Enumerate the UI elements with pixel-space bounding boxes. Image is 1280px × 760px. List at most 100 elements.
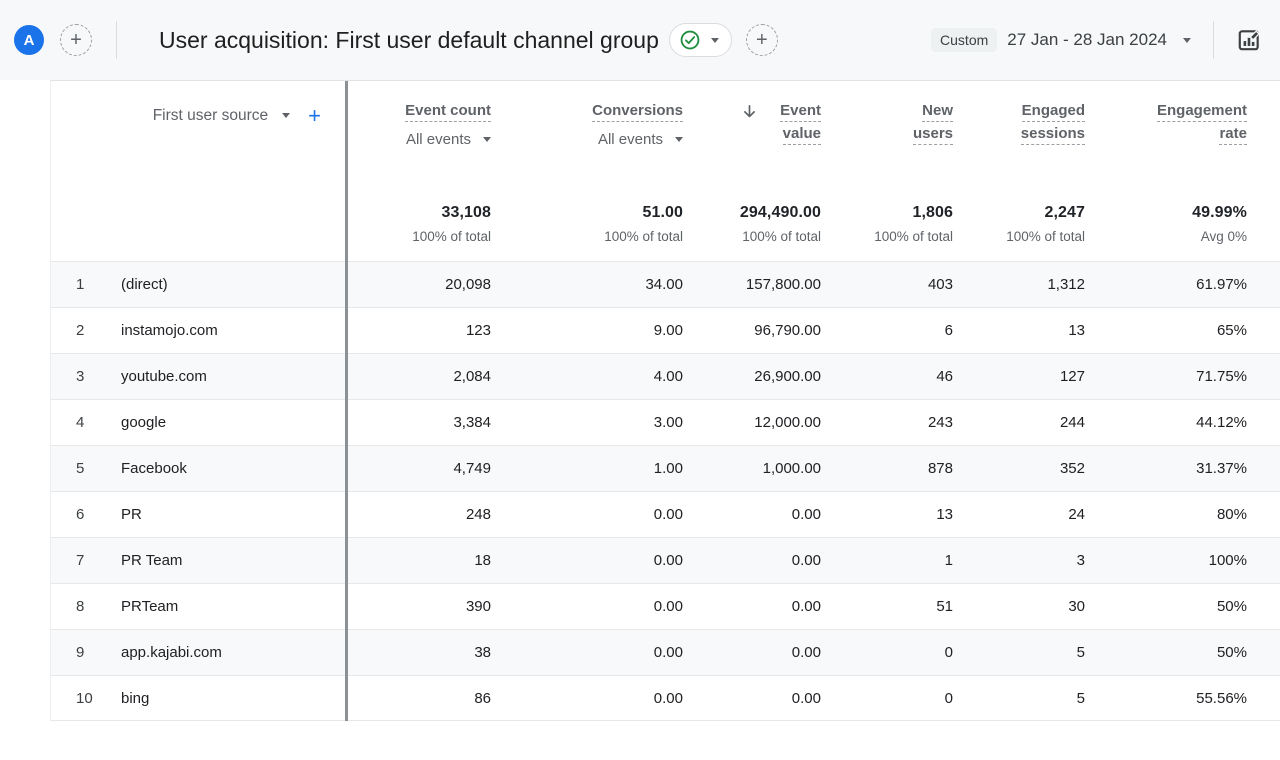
cell-engaged-sessions: 13 (977, 308, 1109, 353)
cell-event-value: 0.00 (707, 538, 845, 583)
cell-new-users: 243 (845, 400, 977, 445)
cell-conversions: 0.00 (515, 630, 707, 675)
cell-engagement-rate: 31.37% (1109, 446, 1280, 491)
cell-event-value: 96,790.00 (707, 308, 845, 353)
filter-label: All events (598, 131, 663, 148)
column-header-event-count[interactable]: Event count All events (346, 81, 515, 194)
customize-report-icon (1236, 27, 1262, 53)
column-header-event-value[interactable]: Event value (707, 81, 845, 194)
total-value: 51.00 (642, 204, 683, 222)
dimension-header: First user source + (51, 81, 346, 194)
cell-conversions: 9.00 (515, 308, 707, 353)
chevron-down-icon (483, 137, 491, 142)
column-label: users (913, 125, 953, 145)
table-row: 2 instamojo.com 123 9.00 96,790.00 6 13 … (51, 307, 1280, 353)
cell-event-count: 86 (346, 676, 515, 720)
row-number: 2 (51, 308, 96, 353)
page-title: User acquisition: First user default cha… (159, 27, 659, 54)
cell-event-value: 1,000.00 (707, 446, 845, 491)
customize-report-button[interactable] (1234, 25, 1264, 55)
cell-engaged-sessions: 24 (977, 492, 1109, 537)
table-row: 10 bing 86 0.00 0.00 0 5 55.56% (51, 675, 1280, 721)
cell-event-value: 26,900.00 (707, 354, 845, 399)
divider (116, 21, 117, 59)
totals-row: 33,108 100% of total 51.00 100% of total… (51, 194, 1280, 261)
chevron-down-icon (711, 38, 719, 43)
cell-event-value: 0.00 (707, 630, 845, 675)
row-source: (direct) (96, 262, 346, 307)
cell-event-count: 123 (346, 308, 515, 353)
row-source: PR Team (96, 538, 346, 583)
cell-engagement-rate: 50% (1109, 584, 1280, 629)
total-subtext: Avg 0% (1201, 229, 1247, 244)
row-source: youtube.com (96, 354, 346, 399)
dimension-header-label[interactable]: First user source (153, 107, 268, 125)
row-number: 8 (51, 584, 96, 629)
cell-engaged-sessions: 5 (977, 630, 1109, 675)
cell-engaged-sessions: 30 (977, 584, 1109, 629)
total-subtext: 100% of total (412, 229, 491, 244)
cell-engaged-sessions: 244 (977, 400, 1109, 445)
date-mode-badge: Custom (931, 28, 997, 52)
row-source: PRTeam (96, 584, 346, 629)
table-row: 8 PRTeam 390 0.00 0.00 51 30 50% (51, 583, 1280, 629)
total-subtext: 100% of total (1006, 229, 1085, 244)
cell-engaged-sessions: 3 (977, 538, 1109, 583)
column-label: Event count (405, 102, 491, 122)
total-value: 49.99% (1192, 204, 1247, 222)
cell-conversions: 1.00 (515, 446, 707, 491)
totals-dimension-spacer (51, 194, 346, 261)
column-resize-divider[interactable] (345, 81, 348, 721)
total-new-users: 1,806 100% of total (845, 194, 977, 261)
total-event-value: 294,490.00 100% of total (707, 194, 845, 261)
cell-event-count: 18 (346, 538, 515, 583)
total-value: 2,247 (1044, 204, 1085, 222)
filter-label: All events (406, 131, 471, 148)
cell-new-users: 51 (845, 584, 977, 629)
column-header-engaged-sessions[interactable]: Engaged sessions (977, 81, 1109, 194)
cell-new-users: 878 (845, 446, 977, 491)
cell-conversions: 4.00 (515, 354, 707, 399)
cell-new-users: 46 (845, 354, 977, 399)
column-header-engagement-rate[interactable]: Engagement rate (1109, 81, 1280, 194)
cell-conversions: 0.00 (515, 492, 707, 537)
cell-event-value: 12,000.00 (707, 400, 845, 445)
cell-engagement-rate: 61.97% (1109, 262, 1280, 307)
cell-engagement-rate: 50% (1109, 630, 1280, 675)
column-header-conversions[interactable]: Conversions All events (515, 81, 707, 194)
dimension-dropdown-icon[interactable] (282, 113, 290, 118)
data-quality-dropdown[interactable] (669, 23, 732, 57)
event-filter-dropdown[interactable]: All events (406, 131, 491, 148)
table-body: 1 (direct) 20,098 34.00 157,800.00 403 1… (51, 261, 1280, 721)
event-filter-dropdown[interactable]: All events (598, 131, 683, 148)
total-engagement-rate: 49.99% Avg 0% (1109, 194, 1280, 261)
report-table: First user source + Event count All even… (50, 80, 1280, 721)
top-bar: A + User acquisition: First user default… (0, 0, 1280, 80)
total-value: 294,490.00 (740, 204, 821, 222)
add-dimension-button[interactable]: + (308, 107, 321, 125)
date-range-picker[interactable]: 27 Jan - 28 Jan 2024 (1007, 30, 1191, 50)
cell-engagement-rate: 71.75% (1109, 354, 1280, 399)
row-source: PR (96, 492, 346, 537)
cell-engaged-sessions: 5 (977, 676, 1109, 720)
cell-engagement-rate: 55.56% (1109, 676, 1280, 720)
table-row: 1 (direct) 20,098 34.00 157,800.00 403 1… (51, 261, 1280, 307)
column-label: sessions (1021, 125, 1085, 145)
cell-new-users: 13 (845, 492, 977, 537)
column-label: Event (780, 102, 821, 122)
row-number: 10 (51, 676, 96, 720)
cell-event-value: 0.00 (707, 676, 845, 720)
total-conversions: 51.00 100% of total (515, 194, 707, 261)
total-subtext: 100% of total (874, 229, 953, 244)
add-comparison-button[interactable]: + (60, 24, 92, 56)
cell-conversions: 0.00 (515, 676, 707, 720)
table-row: 7 PR Team 18 0.00 0.00 1 3 100% (51, 537, 1280, 583)
column-header-new-users[interactable]: New users (845, 81, 977, 194)
account-avatar[interactable]: A (14, 25, 44, 55)
sort-descending-icon[interactable] (741, 103, 758, 120)
cell-event-count: 2,084 (346, 354, 515, 399)
cell-event-value: 0.00 (707, 584, 845, 629)
add-metric-button[interactable]: + (746, 24, 778, 56)
check-circle-icon (679, 29, 701, 51)
date-range-value: 27 Jan - 28 Jan 2024 (1007, 30, 1167, 50)
